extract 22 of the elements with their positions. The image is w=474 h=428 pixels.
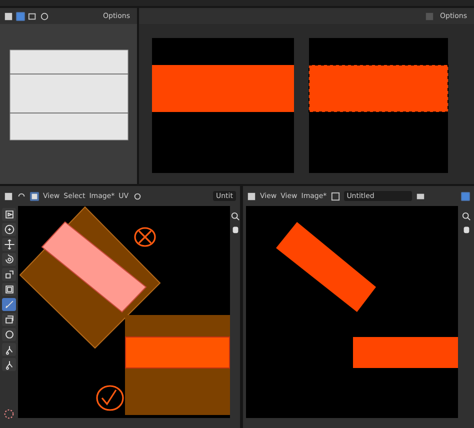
zoom-icon[interactable] <box>462 212 470 221</box>
tool-button[interactable] <box>2 208 16 221</box>
editor-type-icon[interactable] <box>247 192 256 200</box>
tool-button[interactable] <box>2 238 16 251</box>
tool-button[interactable] <box>2 268 16 281</box>
pivot-icon[interactable] <box>132 192 142 200</box>
select-mode-icon[interactable] <box>30 192 39 200</box>
zoom-icon[interactable] <box>230 212 240 221</box>
tool-button[interactable] <box>2 343 16 356</box>
tool-button[interactable] <box>2 358 16 371</box>
editor-type-icon[interactable] <box>4 192 13 200</box>
check-mark-drawing <box>96 385 124 411</box>
tool-button[interactable] <box>2 313 16 326</box>
cross-mark-drawing <box>134 227 156 247</box>
image-browse-icon[interactable] <box>330 192 340 200</box>
tool-button[interactable] <box>2 253 16 266</box>
editor-type-icon[interactable] <box>4 12 13 20</box>
tool-button[interactable] <box>2 223 16 236</box>
tool-button[interactable] <box>2 298 16 311</box>
cursor-icon <box>3 408 15 420</box>
tool-button[interactable] <box>2 328 16 341</box>
tool-button[interactable] <box>2 283 16 296</box>
